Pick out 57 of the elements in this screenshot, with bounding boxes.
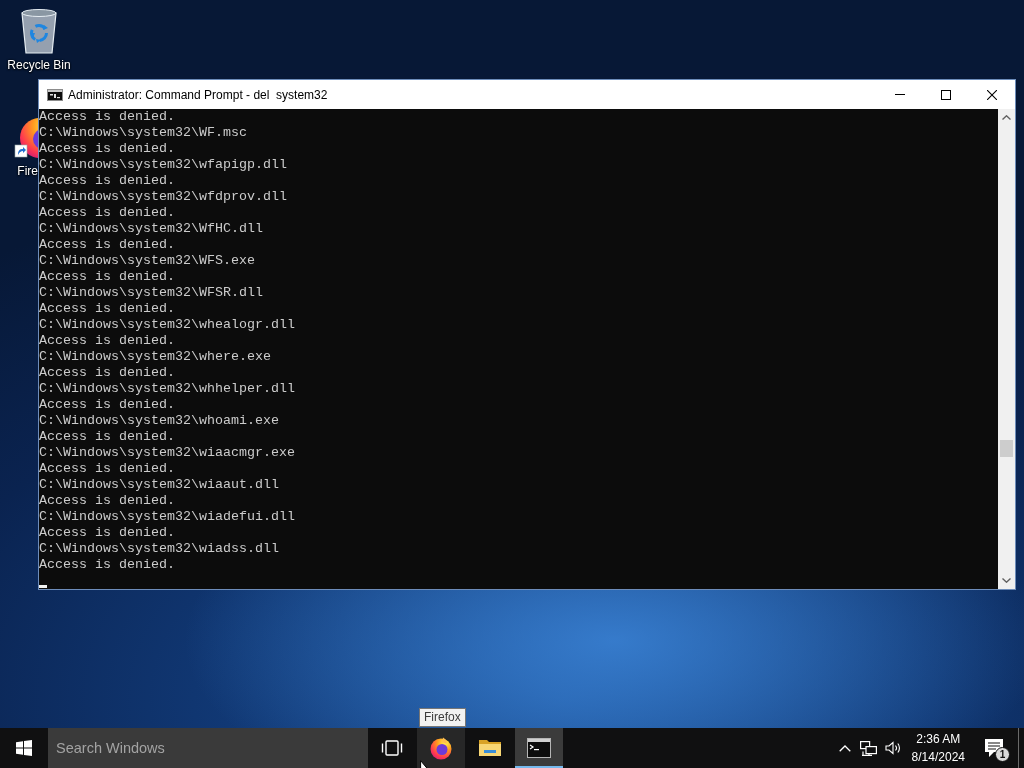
console-line: C:\Windows\system32\where.exe — [39, 349, 271, 365]
scrollbar[interactable] — [998, 109, 1015, 589]
minimize-icon — [895, 94, 905, 95]
chevron-down-icon — [1002, 578, 1011, 583]
caret-up-icon — [838, 744, 851, 752]
console-line: C:\Windows\system32\whoami.exe — [39, 413, 279, 429]
console-line: Access is denied. — [39, 429, 175, 445]
icon-label[interactable]: Fire — [17, 164, 38, 178]
console-line: C:\Windows\system32\whealogr.dll — [39, 317, 295, 333]
console-line: Access is denied. — [39, 141, 175, 157]
console-line: Access is denied. — [39, 205, 175, 221]
console-line: Access is denied. — [39, 365, 175, 381]
speaker-icon — [884, 741, 901, 755]
windows-logo-icon — [16, 740, 32, 756]
console-line: Access is denied. — [39, 333, 175, 349]
console-line: Access is denied. — [39, 525, 175, 541]
network-icon — [860, 740, 878, 756]
console-line: Access is denied. — [39, 493, 175, 509]
maximize-icon — [941, 89, 951, 100]
console-line: Access is denied. — [39, 461, 175, 477]
console-line: C:\Windows\system32\WF.msc — [39, 125, 247, 141]
icon-label[interactable]: Recycle Bin — [7, 58, 71, 72]
console-line: C:\Windows\system32\wfapigp.dll — [39, 157, 287, 173]
terminal-icon — [527, 738, 551, 758]
notifications-button[interactable]: 1 — [970, 728, 1018, 768]
task-view-icon — [381, 740, 403, 756]
mouse-pointer-icon — [420, 760, 430, 768]
console-line: C:\Windows\system32\WfHC.dll — [39, 221, 263, 237]
console-line: C:\Windows\system32\wiaacmgr.exe — [39, 445, 295, 461]
console-line: C:\Windows\system32\wiaaut.dll — [39, 477, 279, 493]
tooltip: Firefox — [419, 708, 466, 727]
console-line: C:\Windows\system32\wiadefui.dll — [39, 509, 295, 525]
console-line: Access is denied. — [39, 301, 175, 317]
clock-button[interactable]: 2:36 AM 8/14/2024 — [906, 728, 970, 768]
console-line: Access is denied. — [39, 237, 175, 253]
recycle-bin-icon[interactable] — [19, 6, 59, 54]
close-icon — [987, 89, 997, 100]
firefox-icon — [429, 736, 453, 760]
console-line: C:\Windows\system32\wiadss.dll — [39, 541, 279, 557]
window-title: Administrator: Command Prompt - del system32 — [68, 87, 329, 102]
chevron-up-icon — [1002, 115, 1011, 120]
scroll-thumb[interactable] — [1000, 440, 1013, 457]
command-prompt-icon — [47, 88, 63, 101]
taskbar-app-button[interactable] — [515, 728, 563, 768]
console-line: Access is denied. — [39, 269, 175, 285]
folder-icon — [478, 738, 502, 758]
console-line: C:\Windows\system32\WFS.exe — [39, 253, 255, 269]
console-line: Access is denied. — [39, 173, 175, 189]
console-line: Access is denied. — [39, 557, 175, 573]
console-line: Access is denied. — [39, 109, 175, 125]
notification-badge: 1 — [995, 747, 1010, 762]
taskbar-app-button[interactable] — [417, 728, 465, 768]
console-line: C:\Windows\system32\whhelper.dll — [39, 381, 295, 397]
console-line: Access is denied. — [39, 397, 175, 413]
search-field[interactable]: Search Windows — [48, 728, 368, 768]
console-line: C:\Windows\system32\wfdprov.dll — [39, 189, 287, 205]
console-line: C:\Windows\system32\WFSR.dll — [39, 285, 263, 301]
